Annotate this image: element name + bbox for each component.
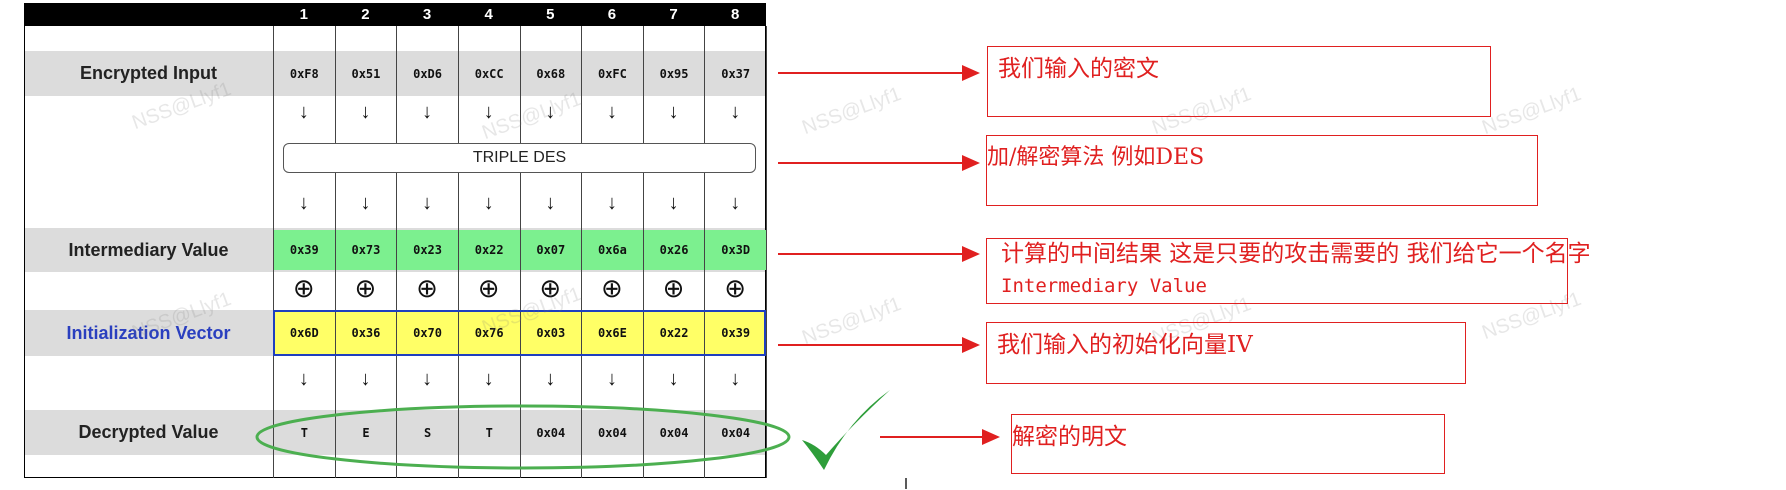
annotation-text: 我们输入的初始化向量IV — [997, 332, 1253, 358]
annotation-box: 我们输入的初始化向量IV — [986, 322, 1466, 384]
annotation-text: 我们输入的密文 — [998, 56, 1159, 82]
annotation-box: 计算的中间结果 这是只要的攻击需要的 我们给它一个名字 Intermediary … — [986, 238, 1591, 304]
annotation-box: 解密的明文 — [1011, 414, 1445, 474]
pointer-arrow-head — [962, 65, 980, 81]
check-mark-icon — [802, 390, 890, 470]
annotation-text: 加/解密算法 例如DES — [987, 145, 1205, 170]
cbc-decryption-diagram: 1 2 3 4 5 6 7 8 Encrypted Input Intermediary Valu… — [0, 0, 1786, 490]
annotation-box: 加/解密算法 例如DES — [986, 135, 1538, 206]
pointer-arrow-head — [982, 429, 1000, 445]
pointer-arrow-head — [962, 155, 980, 171]
annotation-text: 计算的中间结果 这是只要的攻击需要的 我们给它一个名字 — [1001, 241, 1591, 267]
pointer-arrow-head — [962, 246, 980, 262]
decrypted-highlight-ellipse — [255, 404, 791, 470]
annotation-subtext: Intermediary Value — [1001, 275, 1207, 297]
annotation-box: 我们输入的密文 — [987, 46, 1491, 117]
pointer-arrow-head — [962, 337, 980, 353]
annotation-text: 解密的明文 — [1012, 424, 1127, 450]
